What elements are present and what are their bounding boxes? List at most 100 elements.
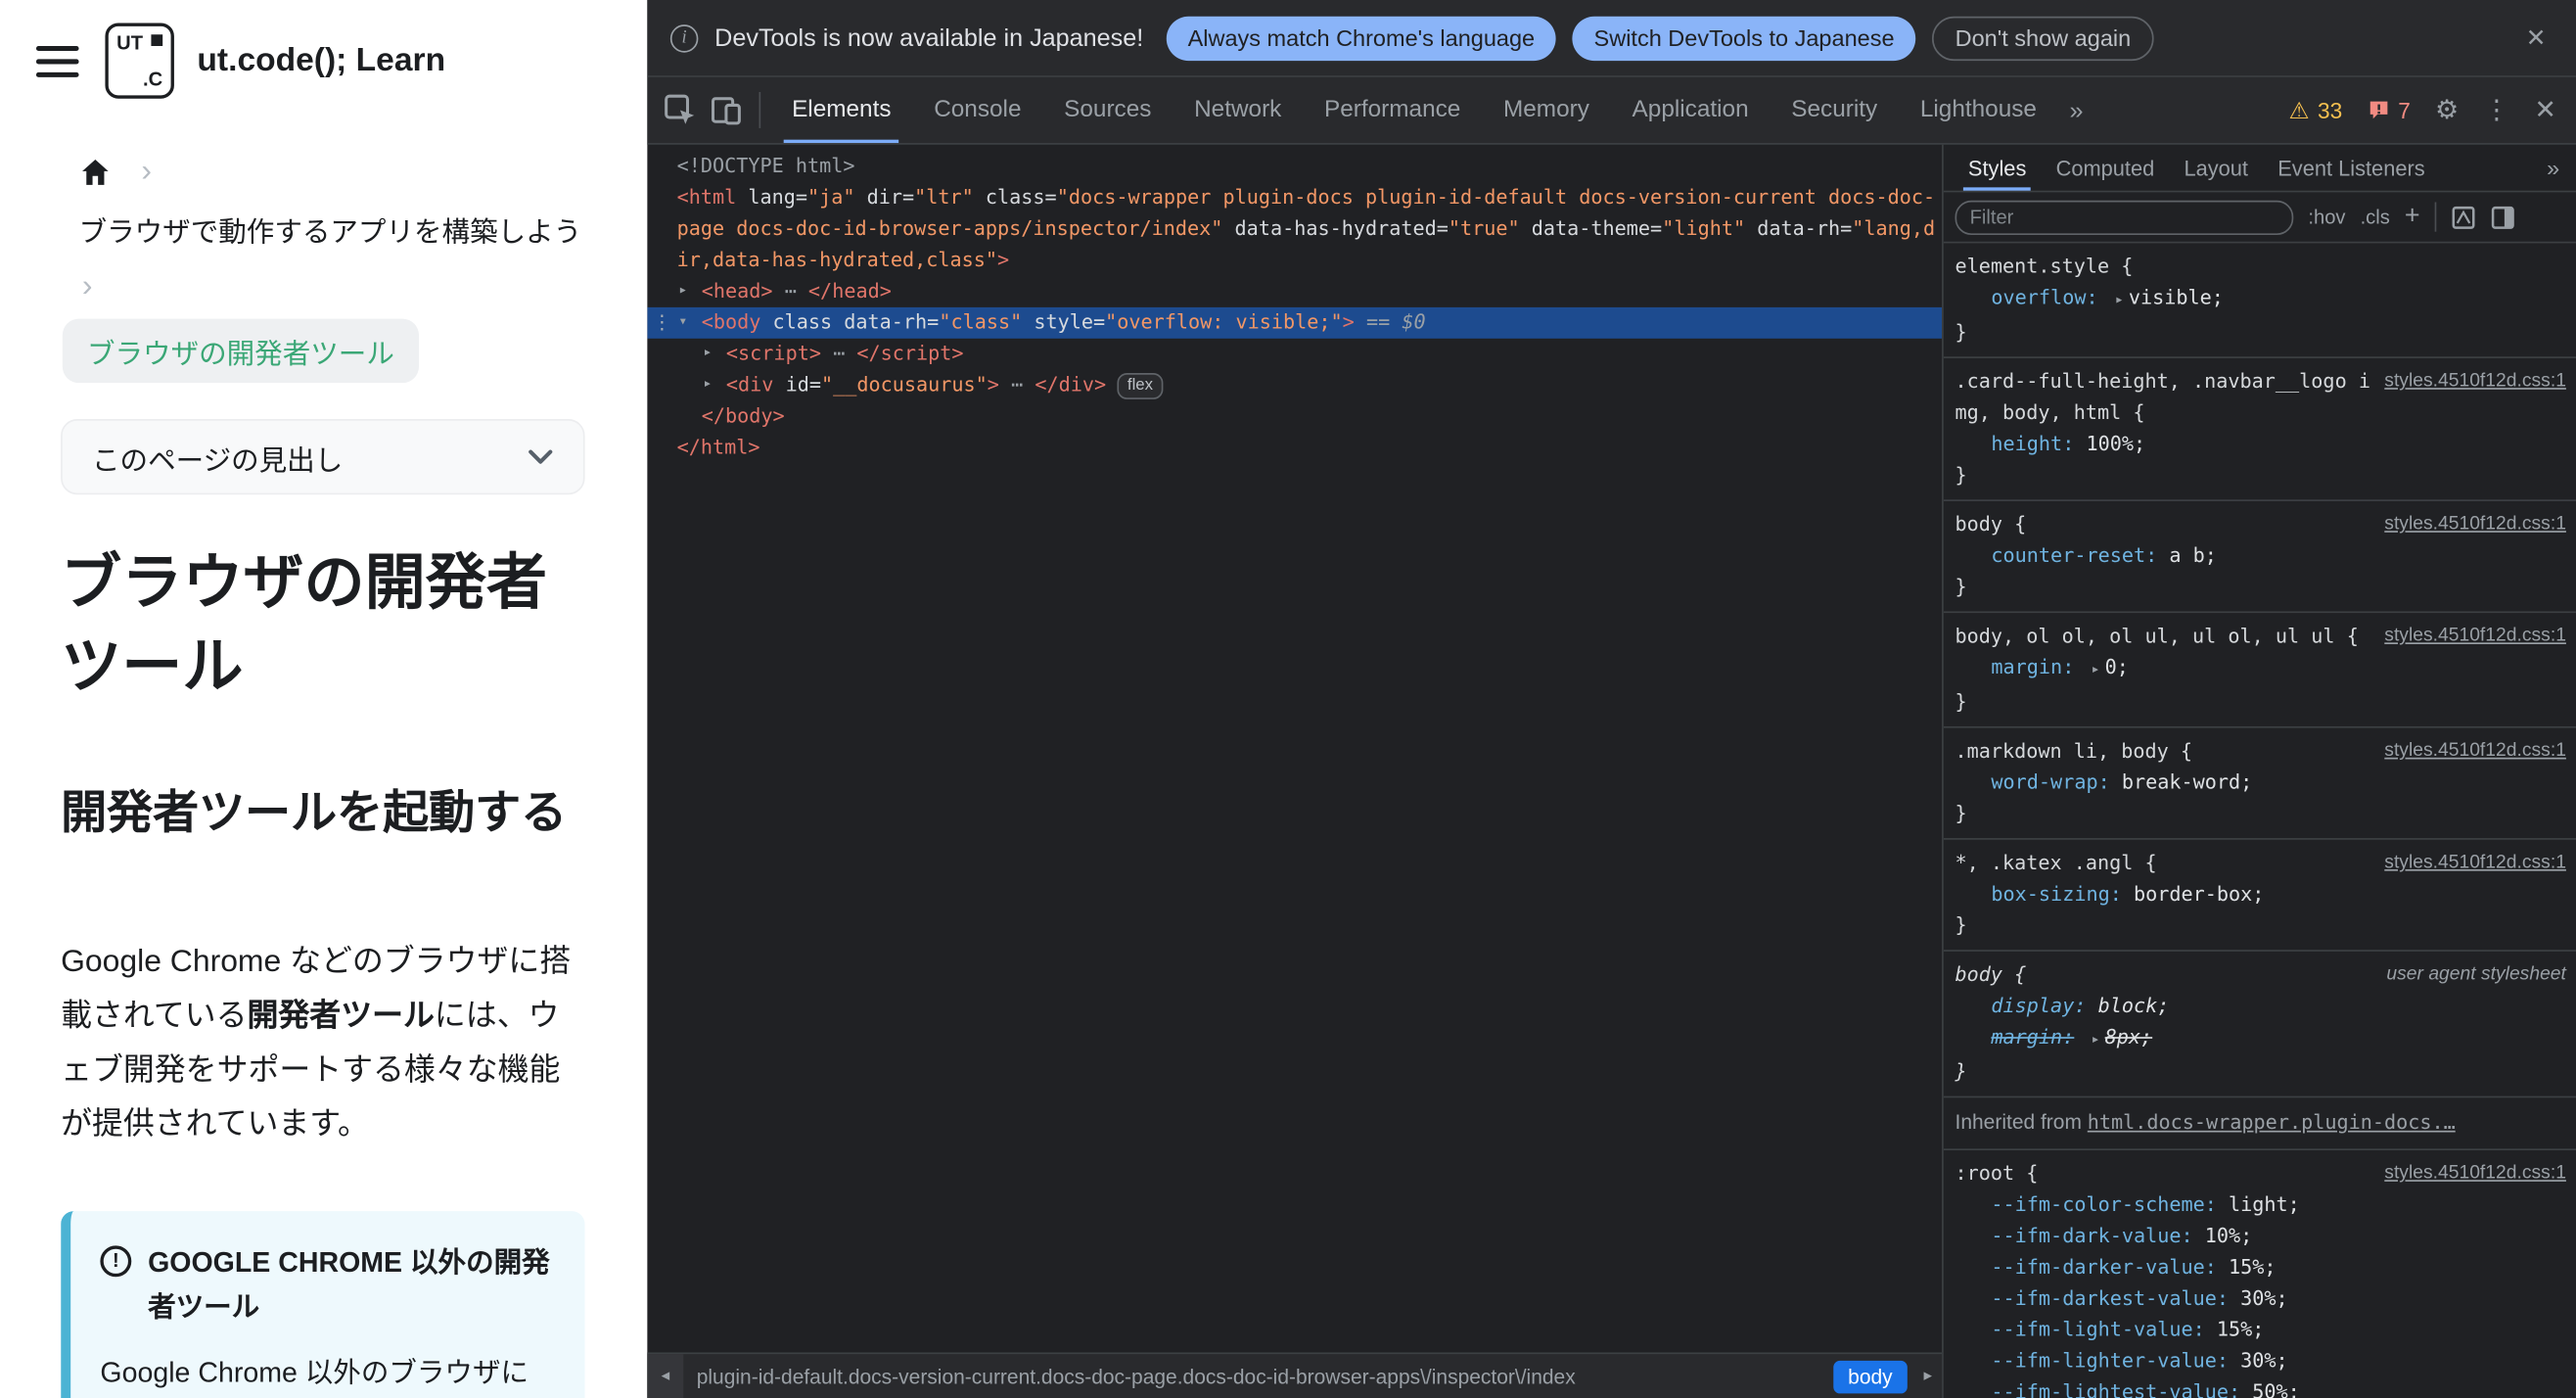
dom-node[interactable]: </body> [647,401,1942,433]
match-language-button[interactable]: Always match Chrome's language [1166,15,1556,61]
dom-node[interactable]: ▸ <head> ⋯ </head> [647,276,1942,307]
css-property[interactable]: box-sizing: border-box; [1955,879,2565,910]
rule-selector[interactable]: body { [1955,513,2026,536]
site-panel: UT .C ut.code(); Learn › ブラウザで動作するアプリを構築… [0,0,648,1398]
site-title[interactable]: ut.code(); Learn [197,42,445,80]
site-logo[interactable]: UT .C [105,23,174,99]
tab-performance[interactable]: Performance [1303,77,1482,143]
inspect-icon[interactable] [657,89,703,132]
css-property[interactable]: --ifm-light-value: 15%; [1955,1315,2565,1346]
css-property[interactable]: --ifm-darker-value: 15%; [1955,1252,2565,1283]
styles-tab-computed[interactable]: Computed [2041,145,2169,191]
rule-selector[interactable]: element.style { [1955,255,2133,278]
dom-node[interactable]: <!DOCTYPE html> [647,151,1942,182]
devtools-main: <!DOCTYPE html> <html lang="ja" dir="ltr"… [647,144,2576,1398]
toggle-element-state-button[interactable]: :hov [2308,206,2345,228]
property-value: block; [2097,994,2170,1018]
breadcrumb-selected[interactable]: body [1833,1360,1908,1393]
rule-selector[interactable]: .markdown li, body { [1955,739,2192,763]
stylesheet-link[interactable]: styles.4510f12d.css:1 [2384,848,2566,879]
scroll-left-icon[interactable]: ◂ [647,1354,684,1398]
styles-tab-event-listeners[interactable]: Event Listeners [2263,145,2440,191]
dom-node[interactable]: ▸ <script> ⋯ </script> [647,339,1942,370]
tab-sources[interactable]: Sources [1042,77,1173,143]
tab-elements[interactable]: Elements [770,77,912,144]
tab-security[interactable]: Security [1770,77,1899,143]
css-property[interactable]: --ifm-darkest-value: 30%; [1955,1283,2565,1315]
styles-tab-styles[interactable]: Styles [1954,145,2042,191]
breadcrumb: › ブラウザで動作するアプリを構築しよう › ブラウザの開発者ツール [0,115,647,384]
rule-selector[interactable]: :root { [1955,1162,2038,1186]
expand-icon[interactable]: ▸ [2115,293,2124,309]
computed-sidebar-icon[interactable] [2491,205,2515,229]
stylesheet-link[interactable]: styles.4510f12d.css:1 [2384,621,2566,652]
dom-node[interactable]: ⋮ ▾ <body class data-rh="class" style="ove… [647,306,1943,339]
collapse-icon[interactable]: ▾ [678,307,687,339]
styles-toolbar: :hov .cls + [1943,192,2576,244]
stylesheet-link[interactable]: styles.4510f12d.css:1 [2384,736,2566,768]
expand-icon[interactable]: ▸ [2092,662,2100,678]
css-property[interactable]: display: block; [1955,991,2565,1022]
tab-network[interactable]: Network [1173,77,1303,143]
inherited-link[interactable]: html.docs-wrapper.plugin-docs.… [2088,1111,2456,1135]
rule-selector[interactable]: *, .katex .angl { [1955,851,2156,874]
close-devtools-icon[interactable]: ✕ [2534,94,2556,127]
breadcrumb-path[interactable]: plugin-id-default.docs-version-current.d… [683,1365,1826,1388]
tab-console[interactable]: Console [912,77,1042,143]
devtools-toolbar: Elements Console Sources Network Performance… [647,76,2576,145]
dom-node[interactable]: <html lang="ja" dir="ltr" class="docs-wr… [647,182,1942,276]
css-property[interactable]: overflow: ▸ visible; [1955,283,2565,317]
closing-brace: } [1955,913,1967,937]
expand-icon[interactable]: ▸ [703,370,712,401]
tab-application[interactable]: Application [1611,77,1771,143]
expand-icon[interactable]: ▸ [2092,1032,2100,1048]
dom-node[interactable]: </html> [647,432,1942,463]
rule-selector[interactable]: .card--full-height, .navbar__logo img, b… [1955,370,2369,424]
expand-icon[interactable]: ▸ [678,276,687,307]
node-menu-icon[interactable]: ⋮ [652,307,671,339]
tab-lighthouse[interactable]: Lighthouse [1899,77,2058,143]
css-property[interactable]: margin: ▸ 0; [1955,652,2565,686]
stylesheet-link[interactable]: styles.4510f12d.css:1 [2384,366,2566,397]
css-property[interactable]: --ifm-lightest-value: 50%; [1955,1377,2565,1398]
menu-icon[interactable] [33,38,82,82]
tab-memory[interactable]: Memory [1482,77,1611,143]
rule-selector[interactable]: body, ol ol, ol ul, ul ol, ul ul { [1955,625,2358,647]
css-property[interactable]: margin: ▸ 8px; [1955,1022,2565,1056]
css-property[interactable]: height: 100%; [1955,429,2565,460]
elements-panel: <!DOCTYPE html> <html lang="ja" dir="ltr"… [647,144,1944,1398]
filter-input[interactable] [1955,199,2294,235]
notification-close-icon[interactable]: ✕ [2519,20,2553,56]
style-rule: element.style {overflow: ▸ visible;} [1943,243,2576,358]
new-style-rule-icon[interactable]: + [2405,203,2420,230]
rule-selector[interactable]: body { [1955,963,2026,987]
gear-icon[interactable]: ⚙ [2435,94,2459,127]
home-icon[interactable] [79,156,113,189]
stylesheet-link[interactable]: styles.4510f12d.css:1 [2384,1158,2566,1189]
dont-show-again-button[interactable]: Don't show again [1932,15,2154,61]
element-classes-button[interactable]: .cls [2361,206,2390,228]
issues-badge[interactable]: 7 [2367,98,2411,122]
css-property[interactable]: --ifm-dark-value: 10%; [1955,1221,2565,1252]
stylesheet-link[interactable]: styles.4510f12d.css:1 [2384,509,2566,540]
stylesheet-origin: user agent stylesheet [2386,964,2566,985]
flex-badge[interactable]: flex [1117,373,1164,399]
expand-icon[interactable]: ▸ [703,339,712,370]
font-editor-icon[interactable] [2451,205,2475,229]
device-toolbar-icon[interactable] [703,89,749,132]
property-value: break-word; [2121,770,2253,794]
warnings-badge[interactable]: ⚠ 33 [2288,96,2342,124]
css-property[interactable]: counter-reset: a b; [1955,540,2565,572]
toc-toggle[interactable]: このページの見出し [61,419,585,495]
more-tabs-icon[interactable]: » [2540,155,2566,181]
switch-japanese-button[interactable]: Switch DevTools to Japanese [1572,15,1916,61]
css-property[interactable]: --ifm-lighter-value: 30%; [1955,1346,2565,1377]
scroll-right-icon[interactable]: ▸ [1913,1368,1942,1385]
styles-tab-layout[interactable]: Layout [2169,145,2263,191]
more-tabs-icon[interactable]: » [2058,96,2095,124]
kebab-menu-icon[interactable]: ⋮ [2483,94,2509,127]
css-property[interactable]: --ifm-color-scheme: light; [1955,1189,2565,1221]
breadcrumb-parent[interactable]: ブラウザで動作するアプリを構築しよう [79,213,588,253]
css-property[interactable]: word-wrap: break-word; [1955,768,2565,799]
dom-node[interactable]: ▸ <div id="__docusaurus"> ⋯ </div> flex [647,370,1942,401]
